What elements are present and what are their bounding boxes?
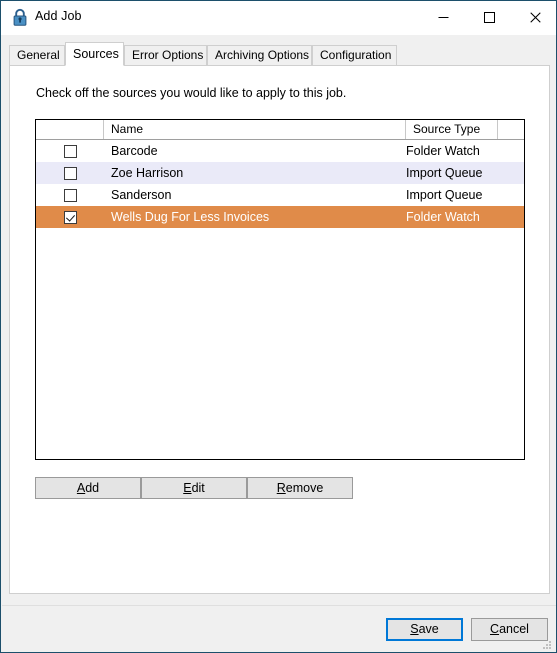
save-button-accel: S [410,622,419,637]
remove-button-accel: R [276,480,286,495]
close-button[interactable] [512,1,556,33]
row-name: Wells Dug For Less Invoices [111,210,270,224]
row-checkbox[interactable] [63,144,77,158]
row-source-type: Import Queue [406,166,483,180]
column-header-source-type[interactable]: Source Type [406,120,498,139]
lock-icon [11,8,29,27]
close-icon [529,11,541,23]
tab-general[interactable]: General [9,45,65,65]
cancel-button-accel: C [490,622,500,637]
tab-error-options[interactable]: Error Options [124,45,207,65]
row-source-type: Folder Watch [406,210,480,224]
tab-strip: General Sources Error Options Archiving … [9,42,550,66]
tab-configuration[interactable]: Configuration [312,45,397,65]
add-button-label: dd [85,480,100,495]
add-button[interactable]: Add [35,477,141,499]
resize-grip-icon[interactable] [541,638,553,650]
row-checkbox-cell[interactable] [36,188,104,202]
window-title: Add Job [35,9,82,23]
column-header-check[interactable] [36,120,104,139]
row-checkbox-cell[interactable] [36,166,104,180]
minimize-icon [438,16,448,18]
row-checkbox[interactable] [63,188,77,202]
column-header-filler[interactable] [498,120,524,139]
sources-tab-panel: Check off the sources you would like to … [9,65,550,594]
row-name: Sanderson [111,188,172,202]
add-job-dialog: Add Job General Sources Error Options Ar… [0,0,557,653]
footer-divider [2,605,556,606]
save-button-label: ave [418,622,439,637]
sources-list[interactable]: Name Source Type Barcode Folder Watch Zo… [35,119,525,460]
row-checkbox-cell[interactable] [36,210,104,224]
title-bar: Add Job [1,1,556,35]
remove-button-label: emove [285,480,324,495]
remove-button[interactable]: Remove [247,477,353,499]
cancel-button-label: ancel [499,622,529,637]
save-button[interactable]: Save [386,618,463,641]
tab-archiving-options[interactable]: Archiving Options [207,45,312,65]
add-button-accel: A [76,480,86,495]
row-checkbox-cell[interactable] [36,144,104,158]
table-row[interactable]: Barcode Folder Watch [36,140,524,162]
cancel-button[interactable]: Cancel [471,618,548,641]
row-name: Zoe Harrison [111,166,184,180]
row-name: Barcode [111,144,158,158]
edit-button[interactable]: Edit [141,477,247,499]
table-row[interactable]: Wells Dug For Less Invoices Folder Watch [36,206,524,228]
column-header-name[interactable]: Name [104,120,406,139]
row-source-type: Folder Watch [406,144,480,158]
edit-button-label: dit [191,480,205,495]
row-checkbox[interactable] [63,166,77,180]
row-source-type: Import Queue [406,188,483,202]
table-row[interactable]: Zoe Harrison Import Queue [36,162,524,184]
instructions-label: Check off the sources you would like to … [36,86,347,100]
row-checkbox[interactable] [63,210,77,224]
table-row[interactable]: Sanderson Import Queue [36,184,524,206]
maximize-button[interactable] [466,1,512,33]
list-header-row: Name Source Type [36,120,524,140]
tab-sources[interactable]: Sources [65,42,124,66]
maximize-icon [483,11,495,23]
edit-button-accel: E [183,480,192,495]
minimize-button[interactable] [420,1,466,33]
